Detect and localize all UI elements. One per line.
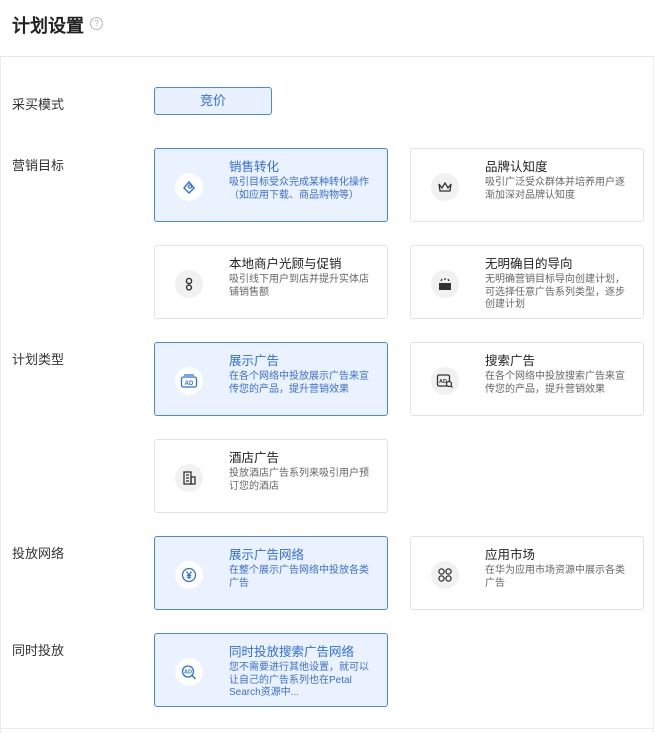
card-title: 应用市场 [485,548,536,562]
card-title: 同时投放搜索广告网络 [229,645,355,659]
plan-display-ads-card[interactable]: AD 展示广告 在各个网络中投放展示广告来宣传您的产品，提升营销效果 [154,342,388,416]
plan-search-ads-card[interactable]: AD 搜索广告 在各个网络中投放搜索广告来宣传您的产品，提升营销效果 [410,342,644,416]
card-description: 吸引广泛受众群体并培养用户逐渐加深对品牌认知度 [485,177,625,201]
yen-icon [175,561,203,589]
card-description: 投放酒店广告系列来吸引用户预订您的酒店 [229,468,369,492]
network-display-card[interactable]: 展示广告网络 在整个展示广告网络中投放各类广告 [154,536,388,610]
card-title: 销售转化 [229,160,280,174]
svg-text:AD: AD [439,379,447,385]
card-description: 在整个展示广告网络中投放各类广告 [229,565,369,589]
goal-brand-awareness-card[interactable]: 品牌认知度 吸引广泛受众群体并培养用户逐渐加深对品牌认知度 [410,148,644,222]
card-title: 搜索广告 [485,354,536,368]
simultaneous-search-network-card[interactable]: AD 同时投放搜索广告网络 您不需要进行其他设置，就可以让自己的广告系列也在Pe… [154,633,388,707]
card-description: 吸引目标受众完成某种转化操作（如应用下载、商品购物等） [229,177,369,201]
card-title: 酒店广告 [229,451,280,465]
simultaneous-label: 同时投放 [12,643,65,658]
ad-search-icon: AD [175,658,203,686]
card-title: 展示广告 [229,354,280,368]
network-label: 投放网络 [12,546,65,561]
card-description: 吸引线下用户到店并提升实体店铺销售额 [229,274,369,298]
store-person-icon [175,270,203,298]
card-description: 无明确营销目标导向创建计划，可选择任意广告系列类型，逐步创建计划 [485,274,625,310]
bidding-option-button[interactable]: 竞价 [154,87,272,115]
card-title: 展示广告网络 [229,548,305,562]
goal-label: 营销目标 [12,158,65,173]
page-title: 计划设置 [12,16,84,36]
card-title: 无明确目的导向 [485,257,573,271]
buy-mode-label: 采买模式 [12,97,65,112]
card-description: 您不需要进行其他设置，就可以让自己的广告系列也在Petal Search资源中.… [229,662,369,698]
target-icon [175,173,203,201]
divider [0,728,654,729]
ad-icon: AD [175,367,203,395]
card-description: 在各个网络中投放展示广告来宣传您的产品，提升营销效果 [229,371,369,395]
network-app-market-card[interactable]: 应用市场 在华为应用市场资源中展示各类广告 [410,536,644,610]
plan-type-label: 计划类型 [12,352,65,367]
card-description: 在各个网络中投放搜索广告来宣传您的产品，提升营销效果 [485,371,625,395]
svg-text:AD: AD [185,381,194,387]
page-header: 计划设置 ? [0,0,654,57]
goal-local-store-card[interactable]: 本地商户光顾与促销 吸引线下用户到店并提升实体店铺销售额 [154,245,388,319]
plan-hotel-ads-card[interactable]: 酒店广告 投放酒店广告系列来吸引用户预订您的酒店 [154,439,388,513]
apps-icon [431,561,459,589]
box-icon [431,270,459,298]
help-icon[interactable]: ? [90,17,103,30]
goal-sales-conversion-card[interactable]: 销售转化 吸引目标受众完成某种转化操作（如应用下载、商品购物等） [154,148,388,222]
crown-icon [431,173,459,201]
hotel-icon [175,464,203,492]
ad-search-icon: AD [431,367,459,395]
goal-no-guidance-card[interactable]: 无明确目的导向 无明确营销目标导向创建计划，可选择任意广告系列类型，逐步创建计划 [410,245,644,319]
card-title: 本地商户光顾与促销 [229,257,342,271]
card-title: 品牌认知度 [485,160,548,174]
card-description: 在华为应用市场资源中展示各类广告 [485,565,625,589]
svg-text:AD: AD [184,670,192,676]
